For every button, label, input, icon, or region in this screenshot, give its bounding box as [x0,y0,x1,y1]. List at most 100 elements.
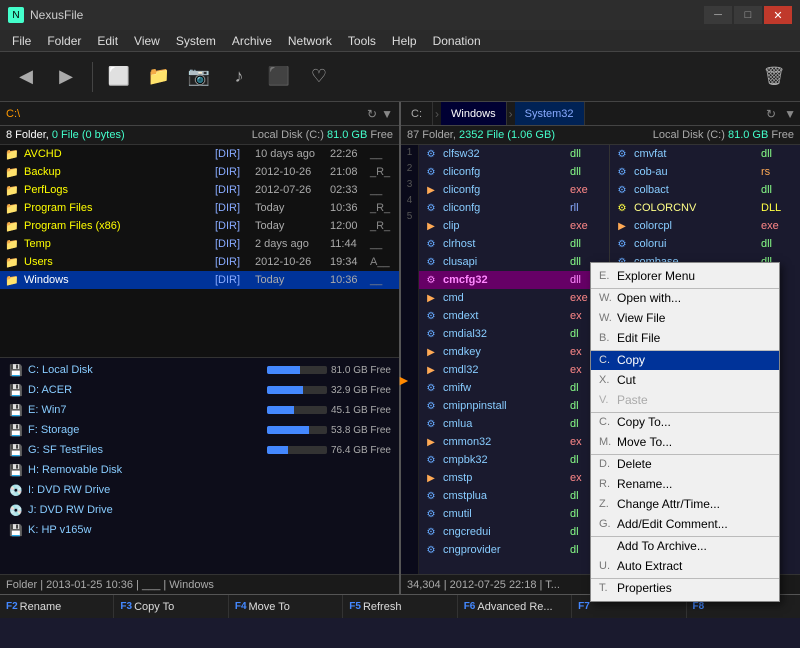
f3-copy-to[interactable]: F3 Copy To [114,595,228,618]
ctx-add-archive[interactable]: Add To Archive... [591,536,779,556]
file-colorcpl[interactable]: ▶ colorcpl exe [610,217,800,235]
file-cmipnpinstall[interactable]: ⚙ cmipnpinstall dl [419,397,609,415]
dropdown-icon[interactable]: ▼ [381,107,393,121]
drive-c[interactable]: 💾 C: Local Disk 81.0 GB Free [0,360,399,380]
file-cmdext[interactable]: ⚙ cmdext ex [419,307,609,325]
file-cliconfg-rll[interactable]: ⚙ cliconfg rll [419,199,609,217]
minimize-button[interactable]: ─ [704,6,732,24]
file-cmlua[interactable]: ⚙ cmlua dl [419,415,609,433]
music-button[interactable]: ♪ [221,59,257,95]
ctx-copy-to[interactable]: C. Copy To... [591,412,779,432]
trash-button[interactable]: 🗑 [756,59,792,95]
menu-tools[interactable]: Tools [340,32,384,50]
fav-button[interactable]: ♡ [301,59,337,95]
drive-e[interactable]: 💾 E: Win7 45.1 GB Free [0,400,399,420]
file-cngprovider[interactable]: ⚙ cngprovider dl [419,541,609,559]
ctx-explorer-menu[interactable]: E. Explorer Menu [591,266,779,286]
right-dropdown-icon[interactable]: ▼ [780,107,800,121]
file-row-temp[interactable]: 📁 Temp [DIR] 2 days ago 11:44 __ [0,235,399,253]
ctx-add-comment[interactable]: G. Add/Edit Comment... [591,514,779,534]
left-addr-bar[interactable]: C:\ ↻ ▼ [0,102,399,126]
f2-rename[interactable]: F2 Rename [0,595,114,618]
right-refresh-icon[interactable]: ↻ [762,107,780,121]
f4-move-to[interactable]: F4 Move To [229,595,343,618]
file-cmcfg32[interactable]: ⚙ cmcfg32 dll [419,271,609,289]
file-cngcredui[interactable]: ⚙ cngcredui dl [419,523,609,541]
file-cmdial32[interactable]: ⚙ cmdial32 dl [419,325,609,343]
menu-donation[interactable]: Donation [425,32,489,50]
file-cmdkey[interactable]: ▶ cmdkey ex [419,343,609,361]
menu-network[interactable]: Network [280,32,340,50]
menu-help[interactable]: Help [384,32,425,50]
file-cmstp[interactable]: ▶ cmstp ex [419,469,609,487]
file-row-programfiles86[interactable]: 📁 Program Files (x86) [DIR] Today 12:00 … [0,217,399,235]
drive-d[interactable]: 💾 D: ACER 32.9 GB Free [0,380,399,400]
file-clfsw32[interactable]: ⚙ clfsw32 dll [419,145,609,163]
file-clusapi[interactable]: ⚙ clusapi dll [419,253,609,271]
file-clrhost[interactable]: ⚙ clrhost dll [419,235,609,253]
file-cmvfat[interactable]: ⚙ cmvfat dll [610,145,800,163]
line-5: 5 [401,209,418,225]
drive-i[interactable]: 💿 I: DVD RW Drive [0,480,399,500]
file-cliconfg-dll[interactable]: ⚙ cliconfg dll [419,163,609,181]
ctx-open-with[interactable]: W. Open with... [591,288,779,308]
file-cmifw[interactable]: ⚙ cmifw dl [419,379,609,397]
file-colorui[interactable]: ⚙ colorui dll [610,235,800,253]
file-row-users[interactable]: 📁 Users [DIR] 2012-10-26 19:34 A__ [0,253,399,271]
drive-g[interactable]: 💾 G: SF TestFiles 76.4 GB Free [0,440,399,460]
file-cmmon32[interactable]: ▶ cmmon32 ex [419,433,609,451]
file-row-perflogs[interactable]: 📁 PerfLogs [DIR] 2012-07-26 02:33 __ [0,181,399,199]
stop-button[interactable]: ⬛ [261,59,297,95]
ctx-view-file[interactable]: W. View File [591,308,779,328]
file-cmdl32[interactable]: ▶ cmdl32 ex [419,361,609,379]
file-cmd[interactable]: ▶ cmd exe [419,289,609,307]
ctx-move-to[interactable]: M. Move To... [591,432,779,452]
drive-k[interactable]: 💾 K: HP v165w [0,520,399,540]
file-clip[interactable]: ▶ clip exe [419,217,609,235]
ctx-auto-extract[interactable]: U. Auto Extract [591,556,779,576]
drive-f[interactable]: 💾 F: Storage 53.8 GB Free [0,420,399,440]
view-button[interactable]: ⬜ [101,59,137,95]
menu-file[interactable]: File [4,32,39,50]
close-button[interactable]: ✕ [764,6,792,24]
file-cob-au[interactable]: ⚙ cob-au rs [610,163,800,181]
file-cmutil[interactable]: ⚙ cmutil dl [419,505,609,523]
ctx-copy[interactable]: C. Copy [591,350,779,370]
drive-h[interactable]: 💾 H: Removable Disk [0,460,399,480]
camera-button[interactable]: 📷 [181,59,217,95]
forward-button[interactable]: ▶ [48,59,84,95]
folder-button[interactable]: 📁 [141,59,177,95]
menu-view[interactable]: View [126,32,168,50]
menu-folder[interactable]: Folder [39,32,89,50]
breadcrumb-windows[interactable]: Windows [441,102,507,125]
file-row-windows[interactable]: 📁 Windows [DIR] Today 10:36 __ [0,271,399,289]
file-cmpbk32[interactable]: ⚙ cmpbk32 dl [419,451,609,469]
ctx-properties[interactable]: T. Properties [591,578,779,598]
breadcrumb-system32[interactable]: System32 [515,102,585,125]
file-row-backup[interactable]: 📁 Backup [DIR] 2012-10-26 21:08 _R_ [0,163,399,181]
left-file-list[interactable]: 📁 AVCHD [DIR] 10 days ago 22:26 __ 📁 Bac… [0,145,399,357]
back-button[interactable]: ◀ [8,59,44,95]
panel-arrow: ► [397,372,411,388]
refresh-icon[interactable]: ↻ [367,107,377,121]
menu-system[interactable]: System [168,32,224,50]
ctx-paste[interactable]: V. Paste [591,390,779,410]
file-row-avchd[interactable]: 📁 AVCHD [DIR] 10 days ago 22:26 __ [0,145,399,163]
ctx-delete[interactable]: D. Delete [591,454,779,474]
maximize-button[interactable]: □ [734,6,762,24]
menu-edit[interactable]: Edit [89,32,126,50]
file-row-programfiles[interactable]: 📁 Program Files [DIR] Today 10:36 _R_ [0,199,399,217]
file-colorcnv[interactable]: ⚙ COLORCNV DLL [610,199,800,217]
file-cmstplua[interactable]: ⚙ cmstplua dl [419,487,609,505]
breadcrumb-c[interactable]: C: [401,102,433,125]
ctx-change-attr[interactable]: Z. Change Attr/Time... [591,494,779,514]
ctx-rename[interactable]: R. Rename... [591,474,779,494]
f5-refresh[interactable]: F5 Refresh [343,595,457,618]
file-cliconfg-exe[interactable]: ▶ cliconfg exe [419,181,609,199]
ctx-cut[interactable]: X. Cut [591,370,779,390]
drive-j[interactable]: 💿 J: DVD RW Drive [0,500,399,520]
menu-archive[interactable]: Archive [224,32,280,50]
f6-advanced[interactable]: F6 Advanced Re... [458,595,572,618]
ctx-edit-file[interactable]: B. Edit File [591,328,779,348]
file-colbact[interactable]: ⚙ colbact dll [610,181,800,199]
